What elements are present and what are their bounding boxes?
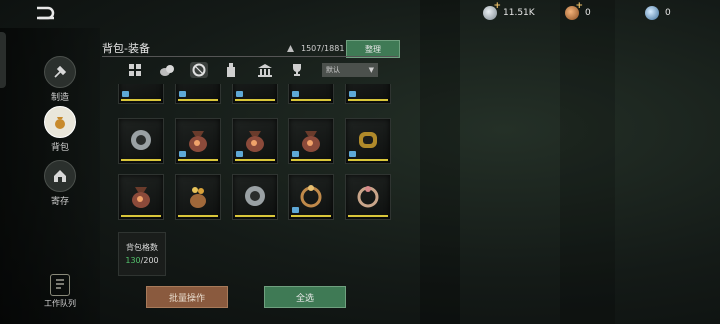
bank-icon[interactable] — [256, 62, 274, 78]
pouch-icon — [246, 131, 264, 152]
scroll-icon — [50, 274, 70, 296]
bag-capacity: 背包格数 130/200 — [118, 232, 166, 276]
item-durability-bar — [235, 215, 275, 217]
materials-icon[interactable] — [158, 62, 176, 78]
sort-order-value: 默认 — [326, 66, 340, 74]
currency-gem[interactable]: 0 — [645, 6, 671, 20]
bag-capacity-used: 130 — [125, 256, 141, 265]
lock-icon — [292, 151, 299, 157]
item-slot[interactable] — [345, 118, 391, 164]
hammer-icon — [44, 56, 76, 88]
currency-gem-value: 0 — [665, 8, 671, 18]
back-button[interactable] — [34, 4, 58, 22]
currency-silver[interactable]: + 11.51K — [483, 1, 535, 20]
bag-capacity-label: 背包格数 — [126, 243, 158, 252]
bag-capacity-total: /200 — [140, 256, 159, 265]
item-durability-bar — [178, 215, 218, 217]
nav-bag-label: 背包 — [50, 143, 69, 153]
lock-icon — [122, 91, 129, 97]
item-durability-bar — [178, 99, 218, 101]
item-durability-bar — [121, 215, 161, 217]
item-slot[interactable] — [118, 84, 164, 104]
background-tree — [420, 0, 460, 324]
item-durability-bar — [348, 159, 388, 161]
back-arrow-icon — [37, 6, 55, 20]
background-tree — [560, 0, 615, 324]
nav-storage-label: 寄存 — [50, 197, 69, 207]
panel-title: 背包-装备 — [102, 42, 150, 55]
item-durability-bar — [348, 99, 388, 101]
item-slot[interactable] — [345, 84, 391, 104]
item-slot[interactable] — [118, 118, 164, 164]
lock-icon — [349, 151, 356, 157]
gold-coin-icon: + — [565, 1, 583, 20]
bulk-operation-button[interactable]: 批量操作 — [146, 286, 228, 308]
lock-icon — [292, 91, 299, 97]
inventory-weight-value: 1507/1881 — [301, 44, 345, 53]
currency-silver-value: 11.51K — [503, 8, 535, 18]
lock-icon — [236, 91, 243, 97]
potion-icon[interactable] — [222, 62, 240, 78]
ring-icon[interactable] — [190, 62, 208, 78]
nav-bag[interactable]: 背包 — [42, 106, 78, 153]
item-durability-bar — [121, 99, 161, 101]
item-slot[interactable] — [118, 174, 164, 220]
item-slot[interactable] — [175, 174, 221, 220]
nav-craft-label: 制造 — [50, 93, 69, 103]
flower-pouch-icon — [190, 187, 206, 208]
item-slot[interactable] — [232, 174, 278, 220]
trophy-icon[interactable] — [288, 62, 306, 78]
item-durability-bar — [291, 215, 331, 217]
lock-icon — [349, 91, 356, 97]
nav-craft[interactable]: 制造 — [42, 56, 78, 103]
work-queue-label: 工作队列 — [44, 299, 76, 308]
item-durability-bar — [121, 159, 161, 161]
inventory-weight: 1507/1881 — [286, 44, 344, 53]
pouch-icon — [132, 187, 150, 208]
lock-icon — [292, 207, 299, 213]
item-slot[interactable] — [175, 84, 221, 104]
gold-ring-icon — [359, 132, 377, 148]
header-divider — [102, 56, 398, 57]
ornate-ring-icon — [300, 185, 322, 208]
currency-gold-value: 0 — [585, 8, 591, 18]
item-slot[interactable] — [345, 174, 391, 220]
item-slot[interactable] — [232, 118, 278, 164]
select-all-button[interactable]: 全选 — [264, 286, 346, 308]
work-queue-button[interactable]: 工作队列 — [40, 274, 80, 309]
grid-icon[interactable] — [126, 62, 144, 78]
silver-ring-icon — [245, 186, 265, 206]
item-slot[interactable] — [232, 84, 278, 104]
house-icon — [44, 160, 76, 192]
bag-capacity-value: 130/200 — [119, 256, 165, 265]
nav-storage[interactable]: 寄存 — [42, 160, 78, 207]
side-pull-tab[interactable] — [0, 32, 6, 88]
item-durability-bar — [235, 99, 275, 101]
item-durability-bar — [235, 159, 275, 161]
silver-ring-icon — [131, 130, 151, 150]
gem-icon — [645, 6, 659, 20]
silver-coin-icon: + — [483, 1, 501, 20]
item-durability-bar — [291, 159, 331, 161]
currency-gold[interactable]: + 0 — [565, 1, 591, 20]
pouch-icon — [302, 131, 320, 152]
sort-order-dropdown[interactable]: 默认 ▼ — [322, 63, 378, 77]
item-durability-bar — [178, 159, 218, 161]
item-slot[interactable] — [288, 118, 334, 164]
lock-icon — [236, 151, 243, 157]
item-slot[interactable] — [175, 118, 221, 164]
item-durability-bar — [291, 99, 331, 101]
weight-icon — [287, 45, 294, 52]
item-slot[interactable] — [288, 84, 334, 104]
lock-icon — [179, 151, 186, 157]
rose-ring-icon — [357, 186, 379, 208]
top-bar: + 11.51K + 0 0 — [0, 0, 720, 28]
item-durability-bar — [348, 215, 388, 217]
item-slot[interactable] — [288, 174, 334, 220]
lock-icon — [179, 91, 186, 97]
caret-down-icon: ▼ — [368, 66, 374, 74]
pouch-icon — [189, 131, 207, 152]
bag-icon — [44, 106, 76, 138]
